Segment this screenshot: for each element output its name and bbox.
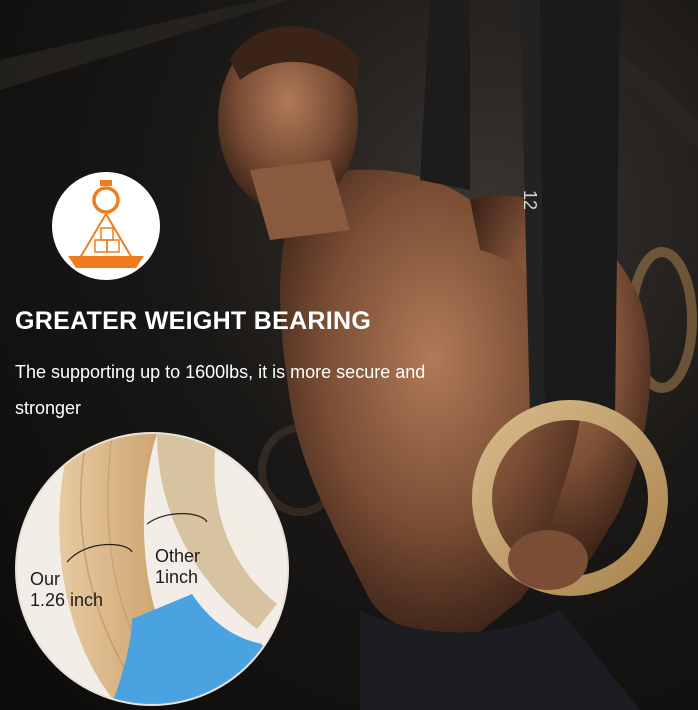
description: The supporting up to 1600lbs, it is more… [15, 362, 426, 418]
ring-weight-icon [52, 172, 160, 280]
product-banner: 12 GREATER WEIGHT BEARING The supporting… [0, 0, 698, 710]
strap-marking: 12 [520, 190, 540, 211]
our-label: Our [30, 569, 61, 589]
our-ring-label: Our 1.26 inch [30, 569, 103, 611]
our-value: 1.26 inch [30, 590, 104, 610]
other-label: Other [155, 546, 201, 566]
other-ring-label: Other 1inch [155, 546, 200, 588]
ring-thickness-comparison: Our 1.26 inch Other 1inch [15, 432, 289, 706]
headline: GREATER WEIGHT BEARING [15, 307, 372, 335]
other-value: 1inch [155, 567, 199, 587]
